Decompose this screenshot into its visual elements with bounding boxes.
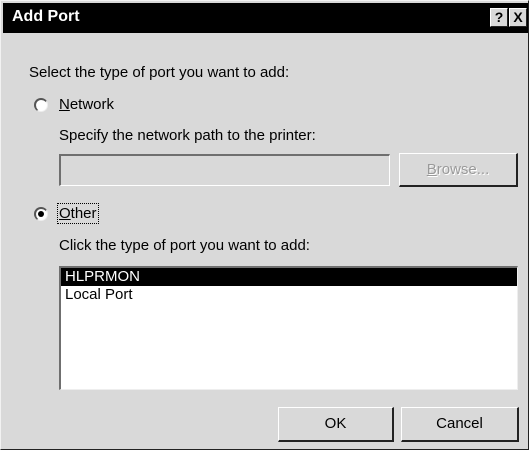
browse-button[interactable]: Browse...: [399, 153, 518, 187]
list-item-hlprmon[interactable]: HLPRMON: [61, 268, 517, 286]
network-path-label: Specify the network path to the printer:: [59, 127, 316, 144]
network-radio[interactable]: [34, 98, 48, 112]
add-port-dialog: Add Port ? X Select the type of port you…: [0, 0, 529, 450]
network-label-rest: etwork: [69, 96, 115, 113]
dialog-title: Add Port: [12, 8, 80, 25]
list-item-local-port[interactable]: Local Port: [61, 286, 517, 304]
port-list-label: Click the type of port you want to add:: [59, 237, 310, 254]
browse-label-rest: rowse...: [436, 161, 490, 178]
close-button[interactable]: X: [509, 8, 527, 27]
help-button[interactable]: ?: [490, 8, 508, 27]
title-bar: Add Port ? X: [3, 3, 528, 33]
radio-selected-dot: [38, 211, 44, 217]
port-type-prompt: Select the type of port you want to add:: [29, 64, 290, 81]
other-label-rest: ther: [70, 205, 97, 222]
other-radio[interactable]: [34, 207, 48, 221]
ok-button[interactable]: OK: [278, 407, 394, 442]
network-radio-label[interactable]: Network: [59, 96, 114, 113]
network-mnemonic: N: [59, 96, 70, 113]
cancel-button[interactable]: Cancel: [401, 407, 519, 442]
port-type-list[interactable]: HLPRMON Local Port: [59, 266, 518, 390]
network-path-input[interactable]: [59, 154, 390, 186]
other-radio-label[interactable]: Other: [57, 203, 99, 224]
browse-mnemonic: B: [426, 161, 437, 178]
other-mnemonic: O: [59, 205, 71, 222]
